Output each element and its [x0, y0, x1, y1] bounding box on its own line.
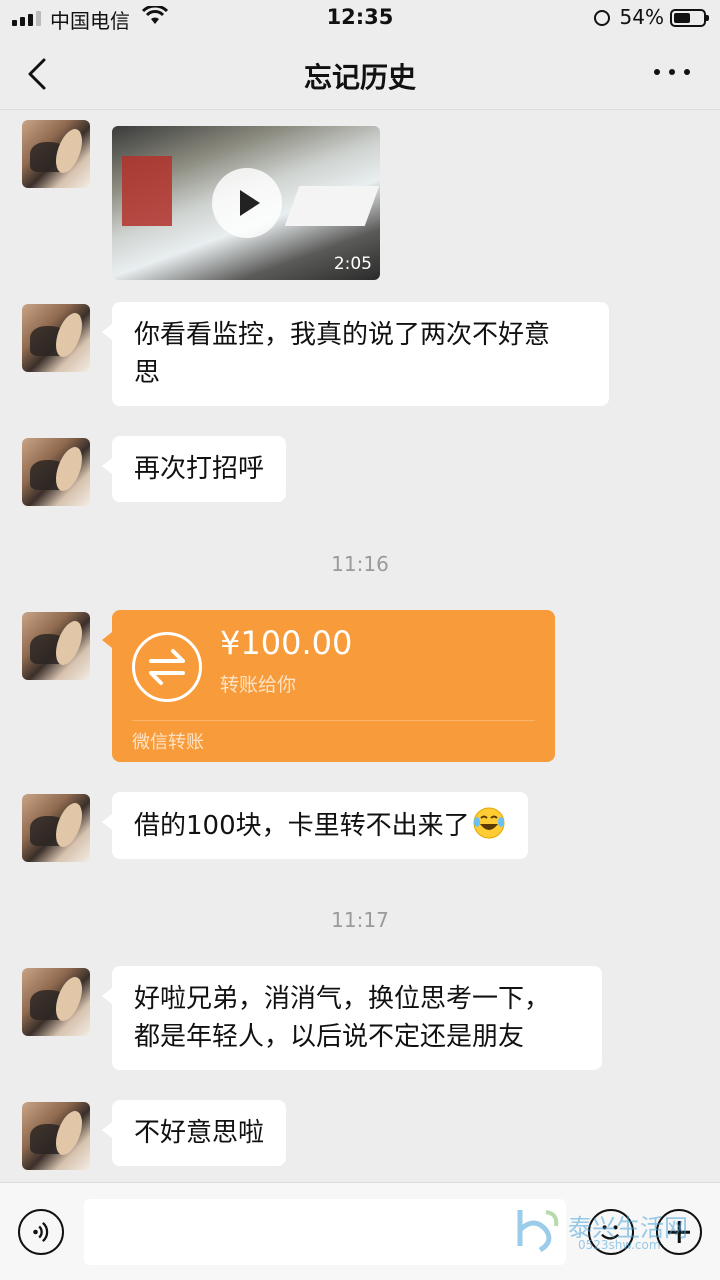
- timestamp: 11:16: [331, 552, 389, 576]
- transfer-subtitle: 转账给你: [220, 674, 297, 696]
- chat-header: 忘记历史: [0, 36, 720, 110]
- transfer-card[interactable]: ¥100.00 转账给你 微信转账: [102, 610, 555, 762]
- message-line: 借的100块，卡里转不出来了: [134, 811, 470, 841]
- transfer-footer: 微信转账: [132, 732, 204, 753]
- message-line: 都是年轻人，以后说不定还是朋友: [134, 1022, 525, 1052]
- clock: 12:35: [326, 5, 394, 29]
- message-line: 不好意思啦: [134, 1118, 265, 1148]
- play-icon[interactable]: [212, 168, 282, 238]
- message-row: 不好意思啦: [0, 1100, 720, 1170]
- text-bubble[interactable]: 借的100块，卡里转不出来了: [102, 792, 528, 859]
- text-bubble[interactable]: 你看看监控，我真的说了两次不好意 思: [102, 302, 609, 406]
- plus-icon[interactable]: [656, 1209, 702, 1255]
- text-bubble[interactable]: 不好意思啦: [101, 1100, 287, 1166]
- message-row: ¥100.00 转账给你 微信转账: [0, 610, 720, 765]
- avatar[interactable]: [22, 794, 90, 862]
- message-line: 再次打招呼: [134, 454, 265, 484]
- laughing-tears-emoji-icon: [473, 807, 505, 839]
- message-line: 好啦兄弟，消消气，换位思考一下，: [134, 984, 551, 1014]
- avatar[interactable]: [22, 120, 90, 188]
- video-message[interactable]: 2:05: [112, 126, 380, 280]
- rotation-lock-icon: [594, 10, 610, 26]
- video-duration: 2:05: [333, 254, 372, 274]
- divider: [132, 720, 535, 721]
- avatar[interactable]: [22, 968, 90, 1036]
- timestamp: 11:17: [331, 908, 389, 932]
- transfer-amount: ¥100.00: [220, 624, 353, 662]
- message-row: 再次打招呼: [0, 436, 720, 506]
- transfer-icon: [132, 632, 202, 702]
- input-bar: [0, 1182, 720, 1280]
- avatar[interactable]: [22, 612, 90, 680]
- message-list[interactable]: 2:05 你看看监控，我真的说了两次不好意 思 再次打招呼 11:16 ¥100…: [0, 110, 720, 1182]
- battery-percent: 54%: [619, 5, 664, 29]
- voice-icon[interactable]: [18, 1209, 64, 1255]
- avatar[interactable]: [22, 1102, 90, 1170]
- emoji-icon[interactable]: [588, 1209, 634, 1255]
- text-bubble[interactable]: 再次打招呼: [101, 436, 287, 502]
- status-bar: 中国电信 12:35 54%: [0, 0, 720, 36]
- avatar[interactable]: [22, 304, 90, 372]
- message-line: 思: [134, 358, 161, 388]
- message-row: 2:05: [0, 118, 720, 288]
- avatar[interactable]: [22, 438, 90, 506]
- message-input[interactable]: [84, 1199, 566, 1265]
- more-icon[interactable]: [652, 62, 692, 82]
- message-line: 你看看监控，我真的说了两次不好意: [134, 320, 551, 350]
- page-title: 忘记历史: [303, 61, 416, 94]
- message-row: 你看看监控，我真的说了两次不好意 思: [0, 302, 720, 412]
- message-row: 借的100块，卡里转不出来了: [0, 792, 720, 862]
- text-bubble[interactable]: 好啦兄弟，消消气，换位思考一下， 都是年轻人，以后说不定还是朋友: [102, 966, 602, 1070]
- battery-icon: [670, 9, 709, 27]
- message-row: 好啦兄弟，消消气，换位思考一下， 都是年轻人，以后说不定还是朋友: [0, 966, 720, 1076]
